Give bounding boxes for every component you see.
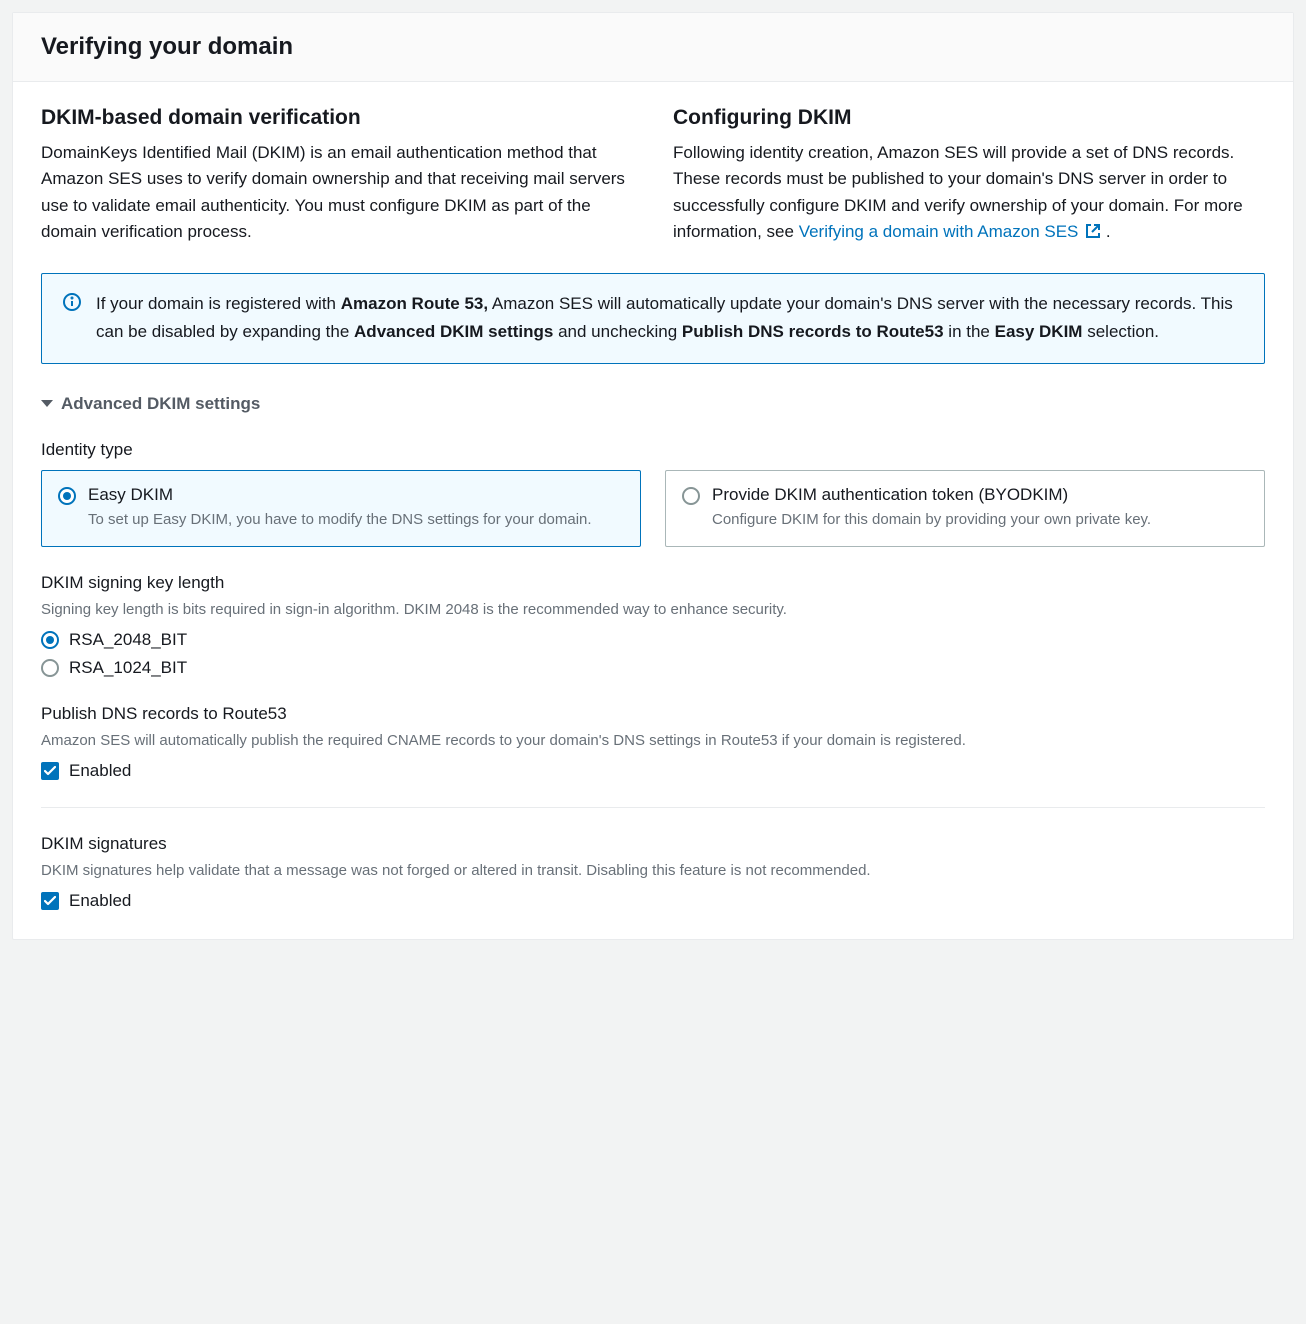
keylen-2048-label: RSA_2048_BIT (69, 630, 187, 650)
keylen-label: DKIM signing key length (41, 573, 1265, 593)
keylen-rsa-1024[interactable]: RSA_1024_BIT (41, 658, 1265, 678)
route53-info-text: If your domain is registered with Amazon… (96, 290, 1244, 344)
keylen-options: RSA_2048_BIT RSA_1024_BIT (41, 630, 1265, 678)
identity-type-byodkim[interactable]: Provide DKIM authentication token (BYODK… (665, 470, 1265, 547)
dkim-sigs-checkbox-label: Enabled (69, 891, 131, 911)
identity-type-label: Identity type (41, 440, 1265, 460)
publish-dns-checkbox-label: Enabled (69, 761, 131, 781)
checkbox-checked-icon (41, 762, 59, 780)
radio-icon (58, 487, 76, 505)
radio-icon (682, 487, 700, 505)
keylen-1024-label: RSA_1024_BIT (69, 658, 187, 678)
radio-icon (41, 631, 59, 649)
dkim-verification-heading: DKIM-based domain verification (41, 106, 633, 130)
section-divider (41, 807, 1265, 808)
configuring-dkim-col: Configuring DKIM Following identity crea… (673, 106, 1265, 247)
intro-columns: DKIM-based domain verification DomainKey… (41, 106, 1265, 247)
dkim-sigs-help: DKIM signatures help validate that a mes… (41, 860, 1265, 881)
dkim-verification-body: DomainKeys Identified Mail (DKIM) is an … (41, 140, 633, 245)
verify-domain-panel: Verifying your domain DKIM-based domain … (12, 12, 1294, 940)
easy-dkim-desc: To set up Easy DKIM, you have to modify … (88, 509, 592, 530)
configuring-dkim-body: Following identity creation, Amazon SES … (673, 140, 1265, 247)
panel-body: DKIM-based domain verification DomainKey… (13, 82, 1293, 939)
publish-dns-help: Amazon SES will automatically publish th… (41, 730, 1265, 751)
configuring-dkim-heading: Configuring DKIM (673, 106, 1265, 130)
info-icon (62, 292, 82, 344)
verify-domain-link-text: Verifying a domain with Amazon SES (799, 222, 1079, 241)
checkbox-checked-icon (41, 892, 59, 910)
publish-dns-label: Publish DNS records to Route53 (41, 704, 1265, 724)
advanced-dkim-toggle[interactable]: Advanced DKIM settings (41, 394, 1265, 414)
panel-header: Verifying your domain (13, 13, 1293, 82)
configuring-dkim-suffix: . (1106, 222, 1111, 241)
advanced-dkim-section: Advanced DKIM settings Identity type Eas… (41, 394, 1265, 911)
identity-type-easy-dkim[interactable]: Easy DKIM To set up Easy DKIM, you have … (41, 470, 641, 547)
keylen-help: Signing key length is bits required in s… (41, 599, 1265, 620)
external-link-icon (1085, 221, 1101, 247)
identity-type-options: Easy DKIM To set up Easy DKIM, you have … (41, 470, 1265, 547)
easy-dkim-title: Easy DKIM (88, 485, 592, 505)
dkim-sigs-label: DKIM signatures (41, 834, 1265, 854)
radio-icon (41, 659, 59, 677)
verify-domain-link[interactable]: Verifying a domain with Amazon SES (799, 222, 1106, 241)
dkim-sigs-checkbox[interactable]: Enabled (41, 891, 1265, 911)
advanced-dkim-title: Advanced DKIM settings (61, 394, 260, 414)
caret-down-icon (41, 400, 53, 407)
dkim-verification-col: DKIM-based domain verification DomainKey… (41, 106, 633, 247)
keylen-rsa-2048[interactable]: RSA_2048_BIT (41, 630, 1265, 650)
byodkim-title: Provide DKIM authentication token (BYODK… (712, 485, 1151, 505)
route53-info-box: If your domain is registered with Amazon… (41, 273, 1265, 363)
page-title: Verifying your domain (41, 33, 1265, 61)
byodkim-desc: Configure DKIM for this domain by provid… (712, 509, 1151, 530)
publish-dns-checkbox[interactable]: Enabled (41, 761, 1265, 781)
